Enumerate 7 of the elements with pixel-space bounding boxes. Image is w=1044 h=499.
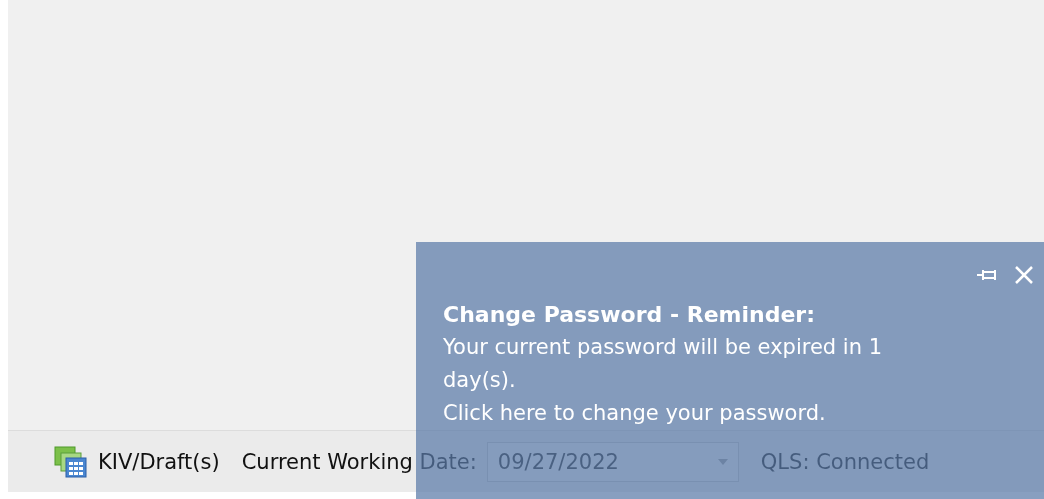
close-icon[interactable] [1014, 265, 1034, 285]
document-stack-icon[interactable] [54, 445, 88, 478]
kiv-drafts-link[interactable]: KIV/Draft(s) [98, 449, 220, 474]
connection-status: QLS: Connected [760, 449, 930, 474]
notification-message: Your current password will be expired in 1 day(s). [443, 334, 883, 394]
change-password-link[interactable]: Click here to change your password. [443, 397, 826, 430]
notification-title: Change Password - Reminder: [443, 301, 816, 329]
